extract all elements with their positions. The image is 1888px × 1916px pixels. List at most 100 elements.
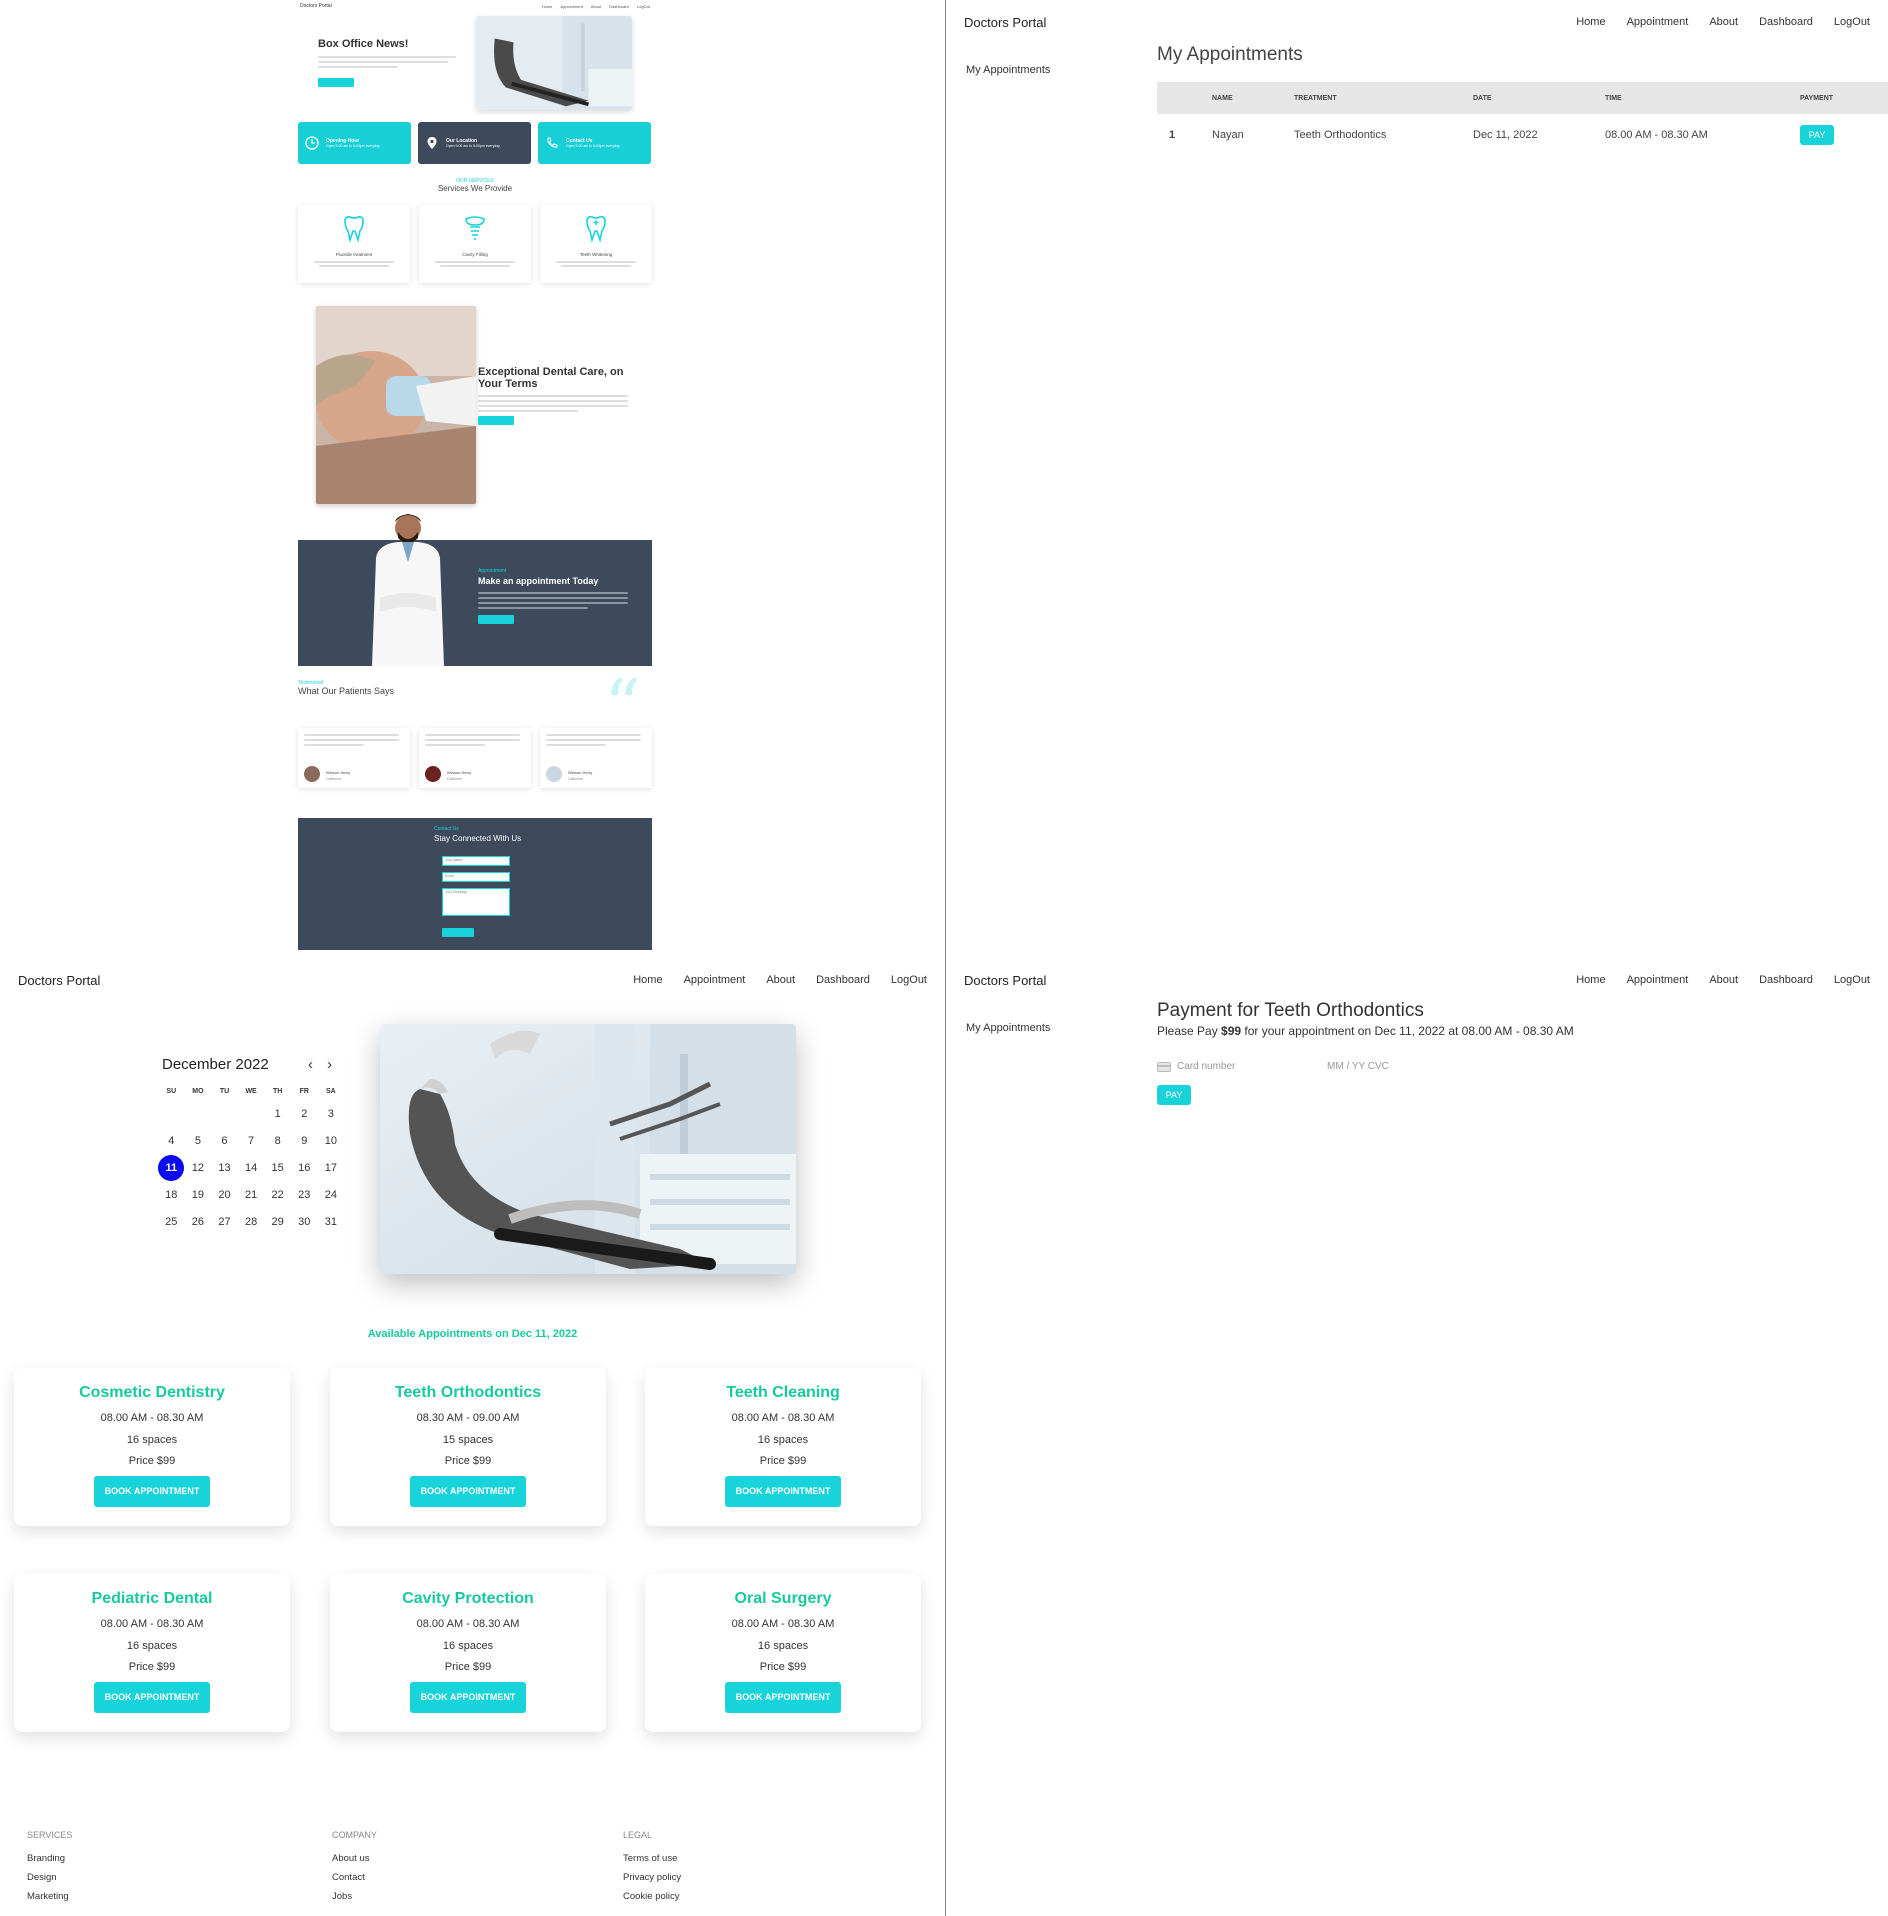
- nav-about[interactable]: About: [1709, 974, 1738, 986]
- avatar: [546, 766, 562, 782]
- footer-link[interactable]: Cookie policy: [623, 1891, 681, 1902]
- footer-link[interactable]: About us: [332, 1853, 377, 1864]
- calendar-day[interactable]: 10: [318, 1128, 345, 1155]
- card-number-input[interactable]: Card number: [1177, 1061, 1327, 1072]
- footer-link[interactable]: Branding: [27, 1853, 72, 1864]
- contact-name-input[interactable]: Your Name: [442, 856, 510, 866]
- nav-about[interactable]: About: [1709, 16, 1738, 28]
- calendar-empty-cell: [185, 1101, 212, 1128]
- chevron-right-icon[interactable]: ›: [327, 1056, 332, 1073]
- contact-message-input[interactable]: Your Message: [442, 888, 510, 916]
- calendar-day[interactable]: 4: [158, 1128, 185, 1155]
- calendar-day[interactable]: 16: [291, 1155, 318, 1182]
- nav-home[interactable]: Home: [1576, 16, 1605, 28]
- footer-link[interactable]: Design: [27, 1872, 72, 1883]
- calendar-day-selected[interactable]: 11: [158, 1155, 185, 1182]
- appointments-table: NAME TREATMENT DATE TIME PAYMENT 1 Nayan…: [1157, 82, 1888, 156]
- appointment-banner-button[interactable]: [478, 615, 514, 624]
- pay-button[interactable]: PAY: [1800, 125, 1834, 145]
- calendar-day[interactable]: 17: [318, 1155, 345, 1182]
- care-get-started-button[interactable]: [478, 416, 514, 425]
- nav-dashboard[interactable]: Dashboard: [816, 974, 870, 986]
- nav-appointment[interactable]: Appointment: [684, 974, 746, 986]
- navbar: Doctors Portal Home Appointment About Da…: [946, 958, 1888, 1002]
- nav-home[interactable]: Home: [1576, 974, 1605, 986]
- brand[interactable]: Doctors Portal: [964, 973, 1046, 988]
- calendar-day[interactable]: 12: [185, 1155, 212, 1182]
- nav-about[interactable]: About: [766, 974, 795, 986]
- nav-home[interactable]: Home: [633, 974, 662, 986]
- calendar-day[interactable]: 22: [264, 1182, 291, 1209]
- payment-amount: $99: [1221, 1024, 1242, 1038]
- calendar-day[interactable]: 13: [211, 1155, 238, 1182]
- calendar-day[interactable]: 21: [238, 1182, 265, 1209]
- nav-dashboard[interactable]: Dashboard: [609, 4, 629, 9]
- calendar-day[interactable]: 5: [185, 1128, 212, 1155]
- calendar-day[interactable]: 3: [318, 1101, 345, 1128]
- sidebar-item-my-appointments[interactable]: My Appointments: [966, 64, 1050, 76]
- nav-appointment[interactable]: Appointment: [560, 4, 582, 9]
- nav-logout[interactable]: LogOut: [637, 4, 650, 9]
- brand[interactable]: Doctors Portal: [300, 3, 332, 9]
- brand[interactable]: Doctors Portal: [964, 15, 1046, 30]
- calendar-day[interactable]: 18: [158, 1182, 185, 1209]
- composite-screenshot: Doctors Portal Home Appointment About Da…: [0, 0, 1888, 1916]
- calendar-day[interactable]: 29: [264, 1209, 291, 1236]
- tooth-whitening-icon: [586, 216, 606, 243]
- calendar-day[interactable]: 2: [291, 1101, 318, 1128]
- calendar-day[interactable]: 24: [318, 1182, 345, 1209]
- book-appointment-button[interactable]: BOOK APPOINTMENT: [725, 1681, 841, 1713]
- nav-logout[interactable]: LogOut: [1834, 16, 1870, 28]
- sidebar-item-my-appointments[interactable]: My Appointments: [966, 1022, 1050, 1034]
- calendar-day[interactable]: 30: [291, 1209, 318, 1236]
- calendar-day[interactable]: 28: [238, 1209, 265, 1236]
- footer-link[interactable]: Jobs: [332, 1891, 377, 1902]
- chevron-left-icon[interactable]: ‹: [308, 1056, 313, 1073]
- calendar-day[interactable]: 23: [291, 1182, 318, 1209]
- calendar-day[interactable]: 26: [185, 1209, 212, 1236]
- nav-dashboard[interactable]: Dashboard: [1759, 974, 1813, 986]
- pay-button[interactable]: PAY: [1157, 1085, 1191, 1105]
- brand[interactable]: Doctors Portal: [18, 973, 100, 988]
- opening-hour-card: Opening Hour Open 9:00 am to 5:00pm every…: [298, 122, 411, 164]
- calendar-day[interactable]: 6: [211, 1128, 238, 1155]
- navbar: Doctors Portal Home Appointment About Da…: [0, 958, 945, 1002]
- card-element[interactable]: Card number MM / YY CVC: [1157, 1061, 1389, 1072]
- calendar-day[interactable]: 31: [318, 1209, 345, 1236]
- footer-link[interactable]: Contact: [332, 1872, 377, 1883]
- footer-link[interactable]: Privacy policy: [623, 1872, 681, 1883]
- calendar-day[interactable]: 20: [211, 1182, 238, 1209]
- book-appointment-button[interactable]: BOOK APPOINTMENT: [410, 1681, 526, 1713]
- hero-text: Box Office News!: [318, 38, 458, 71]
- location-pin-icon: [427, 137, 437, 149]
- contact-submit-button[interactable]: [442, 928, 474, 937]
- calendar-day[interactable]: 27: [211, 1209, 238, 1236]
- footer-link[interactable]: Terms of use: [623, 1853, 681, 1864]
- book-appointment-button[interactable]: BOOK APPOINTMENT: [94, 1475, 210, 1507]
- nav-logout[interactable]: LogOut: [1834, 974, 1870, 986]
- expiry-cvc-input[interactable]: MM / YY CVC: [1327, 1061, 1389, 1072]
- calendar-day[interactable]: 7: [238, 1128, 265, 1155]
- calendar-day[interactable]: 9: [291, 1128, 318, 1155]
- calendar-day[interactable]: 8: [264, 1128, 291, 1155]
- nav-appointment[interactable]: Appointment: [1627, 16, 1689, 28]
- nav-logout[interactable]: LogOut: [891, 974, 927, 986]
- nav-about[interactable]: About: [591, 4, 601, 9]
- calendar-day[interactable]: 15: [264, 1155, 291, 1182]
- nav-appointment[interactable]: Appointment: [1627, 974, 1689, 986]
- calendar-month: December 2022: [162, 1056, 269, 1073]
- get-started-button[interactable]: [318, 78, 354, 87]
- nav-dashboard[interactable]: Dashboard: [1759, 16, 1813, 28]
- calendar-day[interactable]: 14: [238, 1155, 265, 1182]
- footer-link[interactable]: Marketing: [27, 1891, 72, 1902]
- book-appointment-button[interactable]: BOOK APPOINTMENT: [410, 1475, 526, 1507]
- contact-email-input[interactable]: Email: [442, 872, 510, 882]
- nav-home[interactable]: Home: [542, 4, 553, 9]
- book-appointment-button[interactable]: BOOK APPOINTMENT: [725, 1475, 841, 1507]
- payment-title: Payment for Teeth Orthodontics: [1157, 1000, 1424, 1021]
- calendar-day[interactable]: 19: [185, 1182, 212, 1209]
- calendar-day[interactable]: 1: [264, 1101, 291, 1128]
- dental-care-section: Exceptional Dental Care, on Your Terms: [478, 366, 638, 425]
- book-appointment-button[interactable]: BOOK APPOINTMENT: [94, 1681, 210, 1713]
- calendar-day[interactable]: 25: [158, 1209, 185, 1236]
